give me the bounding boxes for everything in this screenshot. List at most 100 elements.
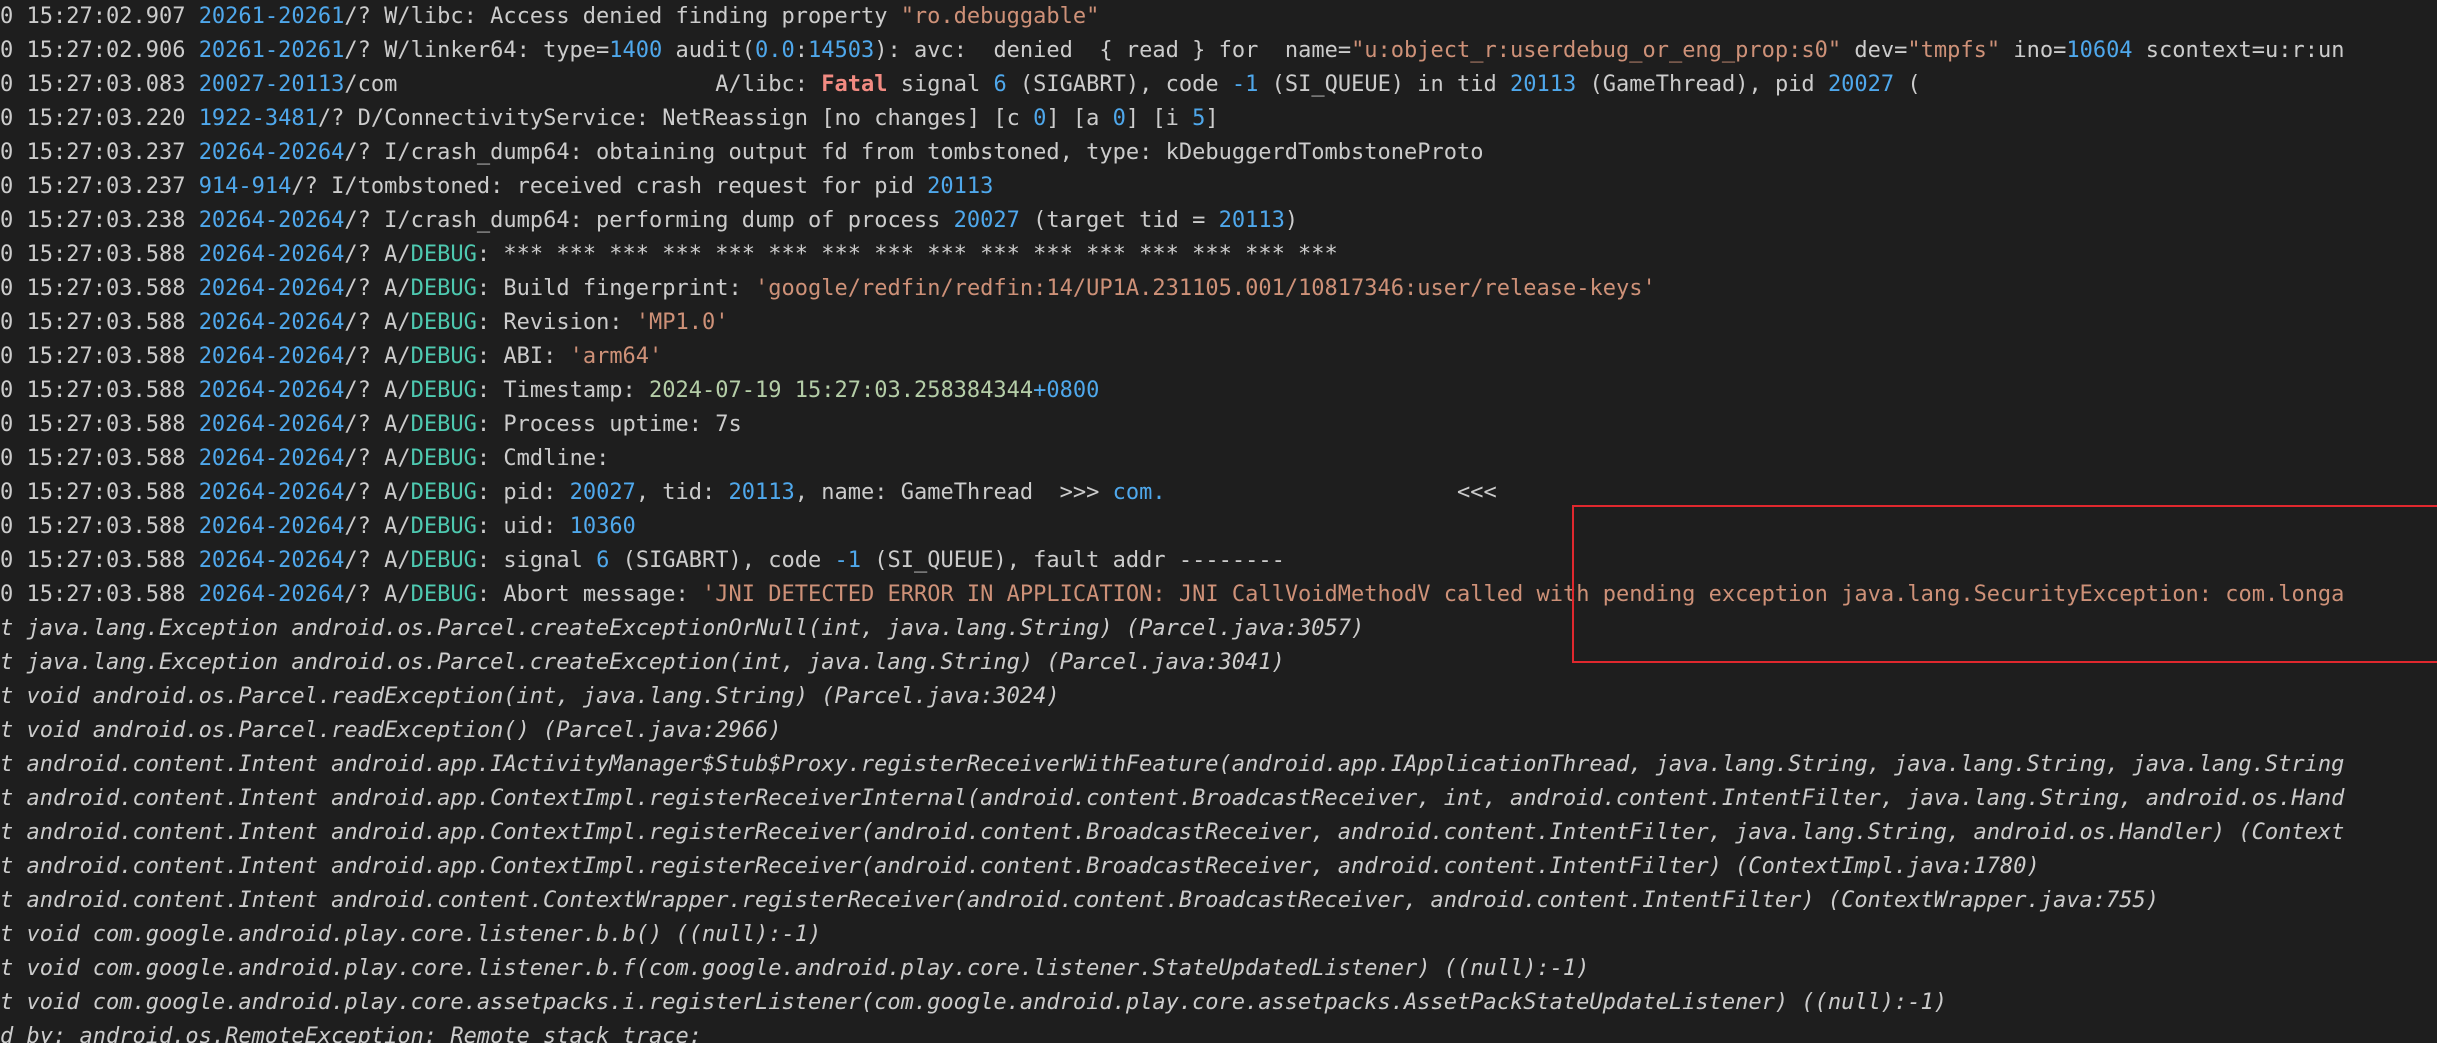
log-segment-pid: 20264-20264: [198, 242, 345, 267]
log-line[interactable]: 0 15:27:02.906 20261-20261/? W/linker64:…: [0, 34, 2344, 68]
log-line[interactable]: 0 15:27:03.220 1922-3481/? D/Connectivit…: [0, 102, 1219, 136]
log-line[interactable]: 0 15:27:03.588 20264-20264/? A/DEBUG: Re…: [0, 306, 729, 340]
log-line[interactable]: t android.content.Intent android.app.Con…: [0, 850, 2040, 884]
log-line[interactable]: t android.content.Intent android.content…: [0, 884, 2159, 918]
log-segment-tag: (SI_QUEUE) in tid: [1258, 72, 1511, 97]
log-segment-str: 'JNI DETECTED ERROR IN APPLICATION: JNI …: [702, 582, 2345, 607]
log-segment-debug: DEBUG: [410, 344, 477, 369]
log-segment-dim: 0: [0, 140, 27, 165]
log-segment-num: 20027: [569, 480, 636, 505]
log-line[interactable]: 0 15:27:03.238 20264-20264/? I/crash_dum…: [0, 204, 1298, 238]
log-line[interactable]: t java.lang.Exception android.os.Parcel.…: [0, 612, 1364, 646]
log-segment-num: 6: [993, 72, 1007, 97]
log-segment-num: -1: [1231, 72, 1259, 97]
log-segment-debug: DEBUG: [410, 310, 477, 335]
log-line[interactable]: 0 15:27:03.588 20264-20264/? A/DEBUG: ui…: [0, 510, 636, 544]
log-line[interactable]: 0 15:27:03.588 20264-20264/? A/DEBUG: Ti…: [0, 374, 1099, 408]
log-line[interactable]: 0 15:27:03.588 20264-20264/? A/DEBUG: Bu…: [0, 272, 1656, 306]
log-line[interactable]: t void android.os.Parcel.readException(i…: [0, 680, 1060, 714]
log-segment-dim: 0: [0, 208, 27, 233]
log-line[interactable]: t android.content.Intent android.app.Con…: [0, 782, 2344, 816]
log-segment-num: 20113: [1218, 208, 1285, 233]
log-segment-dim: 0: [0, 242, 27, 267]
log-segment-dim: 0: [0, 276, 27, 301]
log-segment-tag: : Build fingerprint:: [476, 276, 756, 301]
logcat-output-panel[interactable]: 0 15:27:02.907 20261-20261/? W/libc: Acc…: [0, 0, 2437, 1043]
log-segment-tag: /? A/: [344, 412, 411, 437]
log-segment-tag: : Abort message:: [476, 582, 703, 607]
log-segment-tag: :: [794, 38, 808, 63]
log-line[interactable]: 0 15:27:03.588 20264-20264/? A/DEBUG: Ab…: [0, 578, 2344, 612]
log-segment-stack: t java.lang.Exception android.os.Parcel.…: [0, 616, 1365, 641]
log-segment-dim: 0: [0, 38, 27, 63]
log-segment-tag: A/libc:: [715, 72, 822, 97]
log-segment-tag: /? D/ConnectivityService: NetReassign [n…: [317, 106, 1034, 131]
log-line[interactable]: 0 15:27:03.588 20264-20264/? A/DEBUG: **…: [0, 238, 1338, 272]
log-segment-pid: 20264-20264: [198, 344, 345, 369]
log-line[interactable]: 0 15:27:03.588 20264-20264/? A/DEBUG: Cm…: [0, 442, 609, 476]
log-segment-tag: : *** *** *** *** *** *** *** *** *** **…: [476, 242, 1338, 267]
log-segment-time: 15:27:03.588: [26, 344, 199, 369]
log-segment-time: 15:27:03.588: [26, 548, 199, 573]
log-line[interactable]: t android.content.Intent android.app.Con…: [0, 816, 2344, 850]
log-segment-pid: 20261-20261: [198, 4, 345, 29]
log-segment-num: 10604: [2066, 38, 2133, 63]
log-segment-stack: t void android.os.Parcel.readException()…: [0, 718, 782, 743]
log-segment-tag: /? A/: [344, 548, 411, 573]
log-segment-stack: t void com.google.android.play.core.list…: [0, 922, 822, 947]
log-line[interactable]: t void android.os.Parcel.readException()…: [0, 714, 781, 748]
log-segment-debug: DEBUG: [410, 446, 477, 471]
log-segment-dim: 0: [0, 106, 27, 131]
log-segment-pid: 20264-20264: [198, 480, 345, 505]
log-segment-str: 'google/redfin/redfin:14/UP1A.231105.001…: [755, 276, 1656, 301]
log-segment-num: 6: [596, 548, 610, 573]
log-segment-tag: : ABI:: [476, 344, 570, 369]
log-line[interactable]: 0 15:27:03.083 20027-20113/com A/libc: F…: [0, 68, 1921, 102]
log-segment-tag: (GameThread), pid: [1576, 72, 1828, 97]
log-segment-time: 15:27:03.237: [26, 140, 199, 165]
log-segment-tag: : Cmdline:: [476, 446, 610, 471]
log-line[interactable]: 0 15:27:03.588 20264-20264/? A/DEBUG: Pr…: [0, 408, 742, 442]
log-line[interactable]: t java.lang.Exception android.os.Parcel.…: [0, 646, 1285, 680]
log-segment-pid: 20264-20264: [198, 140, 345, 165]
log-segment-pid: 20264-20264: [198, 548, 345, 573]
log-line[interactable]: t void com.google.android.play.core.list…: [0, 918, 821, 952]
log-segment-stack: t android.content.Intent android.app.IAc…: [0, 752, 2345, 777]
log-segment-num: 0: [1033, 106, 1047, 131]
log-segment-debug: DEBUG: [410, 480, 477, 505]
log-line[interactable]: 0 15:27:03.588 20264-20264/? A/DEBUG: si…: [0, 544, 1285, 578]
log-segment-tag: : Process uptime: 7s: [476, 412, 742, 437]
log-line[interactable]: 0 15:27:03.588 20264-20264/? A/DEBUG: pi…: [0, 476, 1497, 510]
log-segment-debug: DEBUG: [410, 276, 477, 301]
log-line[interactable]: t android.content.Intent android.app.IAc…: [0, 748, 2344, 782]
log-segment-num: 20113: [1510, 72, 1577, 97]
log-segment-tag: /? I/tombstoned: received crash request …: [291, 174, 928, 199]
redacted-text: [1165, 476, 1458, 510]
log-segment-str: "u:object_r:userdebug_or_eng_prop:s0": [1351, 38, 1842, 63]
log-line[interactable]: 0 15:27:03.588 20264-20264/? A/DEBUG: AB…: [0, 340, 662, 374]
log-segment-pid: 20264-20264: [198, 276, 345, 301]
log-segment-num: 20113: [927, 174, 994, 199]
log-segment-tag: scontext=u:r:un: [2132, 38, 2345, 63]
log-line[interactable]: d by: android.os.RemoteException: Remote…: [0, 1020, 702, 1043]
log-segment-num: 20027: [1827, 72, 1895, 97]
log-segment-tag: (: [1894, 72, 1921, 97]
log-segment-stack: t java.lang.Exception android.os.Parcel.…: [0, 650, 1285, 675]
log-segment-pid: 20264-20264: [198, 208, 345, 233]
log-segment-debug: DEBUG: [410, 548, 477, 573]
log-line[interactable]: 0 15:27:03.237 914-914/? I/tombstoned: r…: [0, 170, 993, 204]
log-segment-tag: ): [1284, 208, 1299, 233]
log-segment-num: 0.0: [755, 38, 795, 63]
log-segment-tag: /? A/: [344, 582, 411, 607]
log-line[interactable]: t void com.google.android.play.core.asse…: [0, 986, 1947, 1020]
log-line[interactable]: t void com.google.android.play.core.list…: [0, 952, 1589, 986]
log-segment-num: com.: [1112, 480, 1166, 505]
log-segment-fatal: Fatal: [821, 72, 888, 97]
log-segment-num: 1400: [609, 38, 663, 63]
log-segment-tag: <<<: [1457, 480, 1497, 505]
log-segment-stack: t android.content.Intent android.app.Con…: [0, 854, 2040, 879]
log-segment-tag: /? I/crash_dump64: obtaining output fd f…: [344, 140, 1484, 165]
log-segment-debug: DEBUG: [410, 242, 477, 267]
log-line[interactable]: 0 15:27:03.237 20264-20264/? I/crash_dum…: [0, 136, 1483, 170]
log-line[interactable]: 0 15:27:02.907 20261-20261/? W/libc: Acc…: [0, 0, 1099, 34]
